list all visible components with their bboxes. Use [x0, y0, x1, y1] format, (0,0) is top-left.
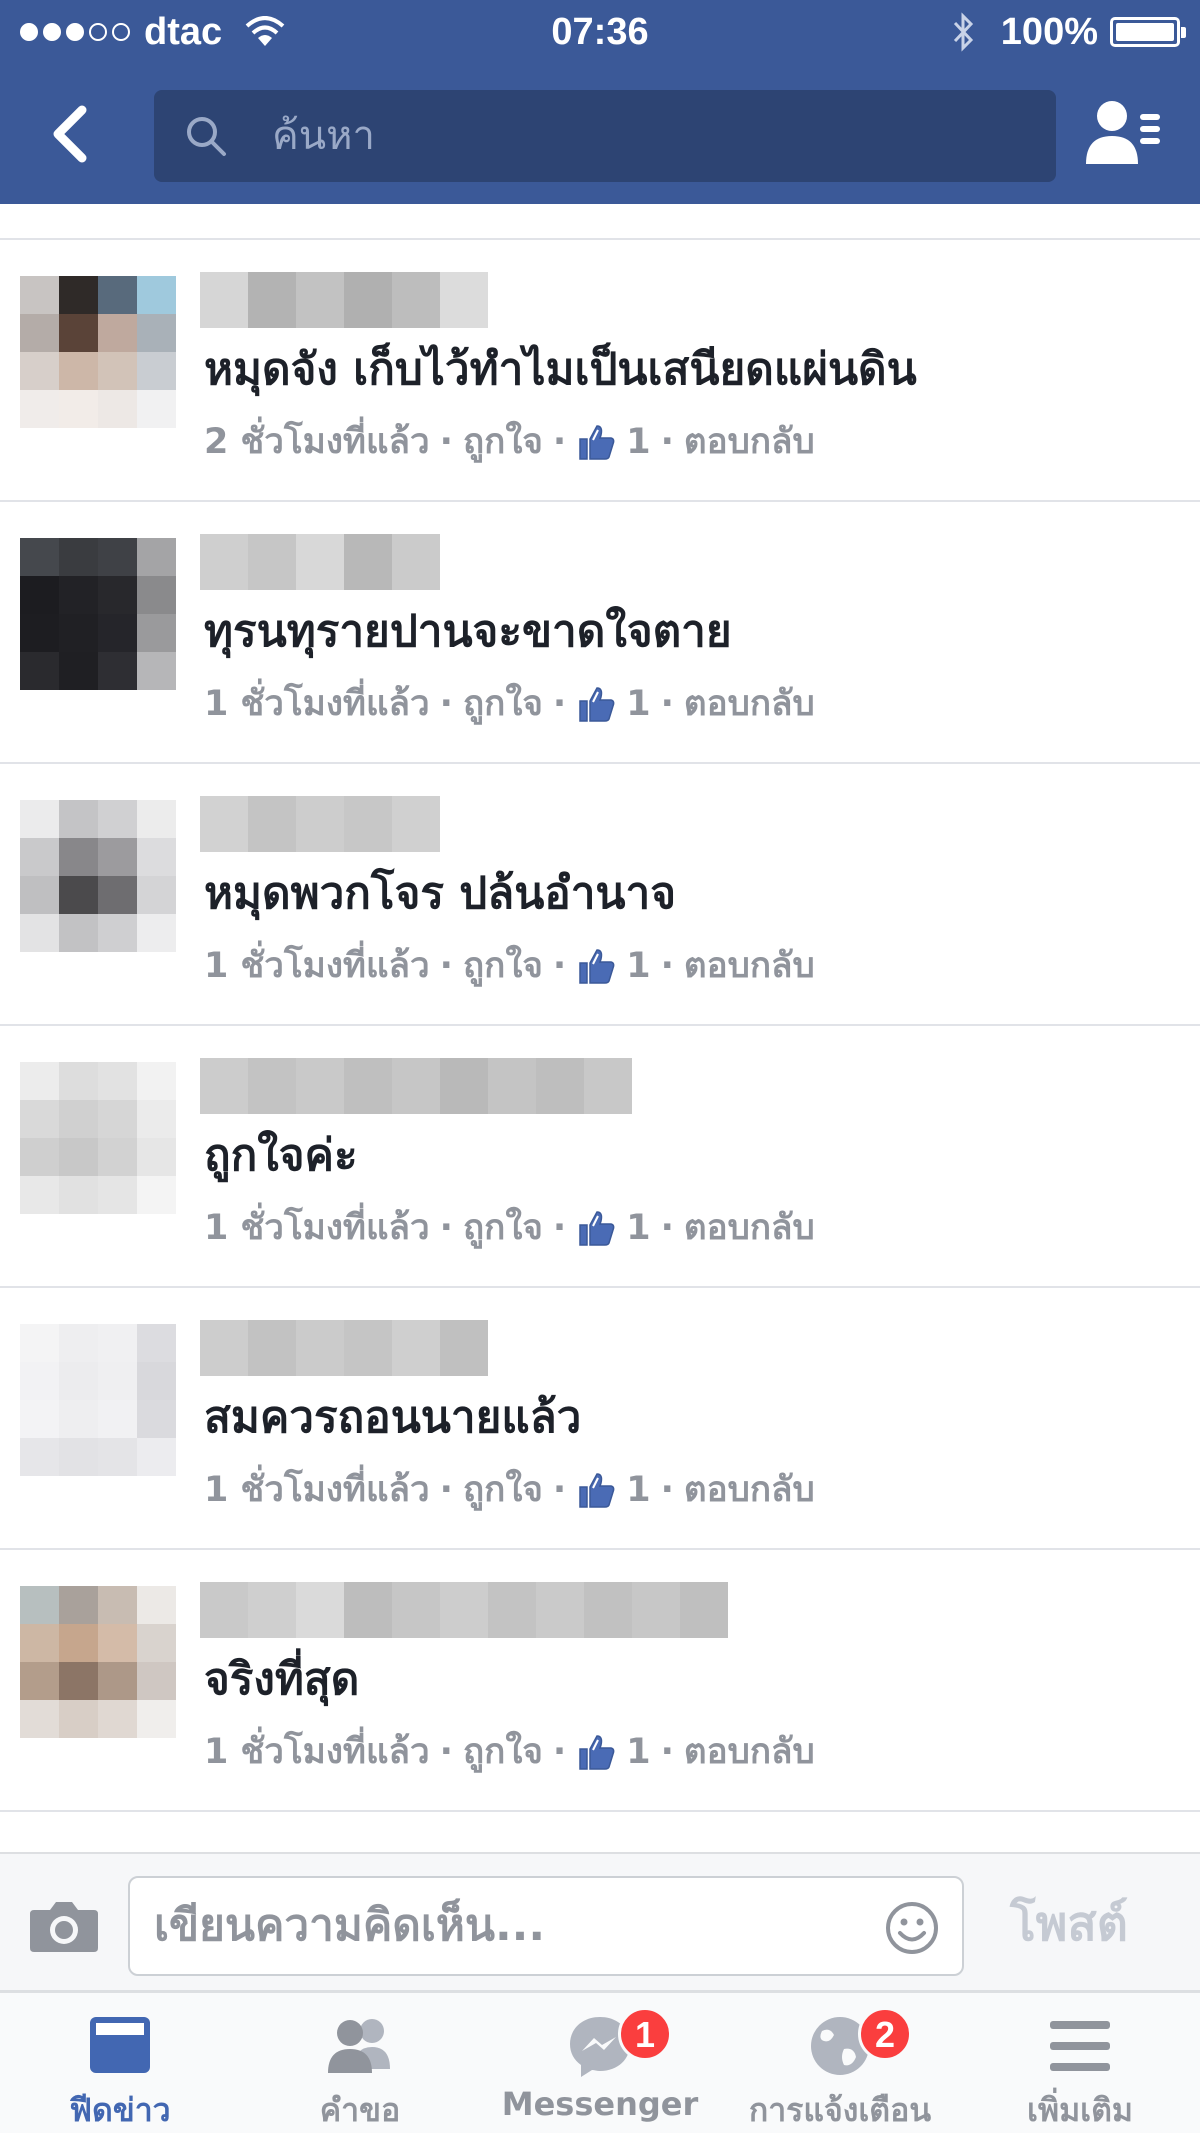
avatar[interactable]: [20, 276, 176, 428]
comment-item: สมควรถอนนายแล้ว 1 ชั่วโมงที่แล้ว · ถูกใจ ·…: [0, 1288, 1200, 1550]
author-name-redacted[interactable]: [200, 534, 440, 590]
author-name-redacted[interactable]: [200, 272, 488, 328]
friends-list-icon[interactable]: [1082, 96, 1162, 168]
like-link[interactable]: ถูกใจ: [463, 680, 543, 728]
tab-label: การแจ้งเตือน: [748, 2091, 932, 2129]
avatar[interactable]: [20, 538, 176, 690]
like-link[interactable]: ถูกใจ: [463, 1466, 543, 1514]
comment-meta: 1 ชั่วโมงที่แล้ว · ถูกใจ · 1 · ตอบกลับ: [204, 1204, 815, 1252]
notifications-badge: 2: [858, 2007, 912, 2061]
comment-meta: 1 ชั่วโมงที่แล้ว · ถูกใจ · 1 · ตอบกลับ: [204, 680, 815, 728]
messenger-badge: 1: [618, 2007, 672, 2061]
like-link[interactable]: ถูกใจ: [463, 418, 543, 466]
tab-label: คำขอ: [319, 2091, 401, 2129]
status-bar: dtac 07:36 100%: [0, 0, 1200, 68]
comment-item: หมุดพวกโจร ปล้นอำนาจ 1 ชั่วโมงที่แล้ว · ถ…: [0, 764, 1200, 1026]
battery-percentage: 100%: [1000, 10, 1098, 53]
comment-composer: เขียนความคิดเห็น... โพสต์: [0, 1852, 1200, 1992]
comment-item: จริงที่สุด 1 ชั่วโมงที่แล้ว · ถูกใจ · 1 · ต…: [0, 1550, 1200, 1812]
comment-meta: 1 ชั่วโมงที่แล้ว · ถูกใจ · 1 · ตอบกลับ: [204, 1466, 815, 1514]
tab-bar: ฟีดข่าว คำขอ 1 Messenger 2 การแจ้งเตือน: [0, 1992, 1200, 2133]
avatar[interactable]: [20, 800, 176, 952]
comment-time: 1 ชั่วโมงที่แล้ว: [204, 1470, 430, 1510]
tab-friend-requests[interactable]: คำขอ: [240, 1993, 480, 2133]
thumbs-up-icon: [579, 425, 615, 460]
search-icon: [187, 117, 226, 156]
reply-link[interactable]: ตอบกลับ: [684, 418, 815, 466]
reply-link[interactable]: ตอบกลับ: [684, 1466, 815, 1514]
comment-time: 2 ชั่วโมงที่แล้ว: [204, 422, 430, 462]
like-link[interactable]: ถูกใจ: [463, 942, 543, 990]
reply-link[interactable]: ตอบกลับ: [684, 1204, 815, 1252]
comment-placeholder: เขียนความคิดเห็น...: [154, 1900, 546, 1951]
reply-link[interactable]: ตอบกลับ: [684, 680, 815, 728]
avatar[interactable]: [20, 1324, 176, 1476]
reply-link[interactable]: ตอบกลับ: [684, 1728, 815, 1776]
battery-icon: [1110, 17, 1186, 47]
like-link[interactable]: ถูกใจ: [463, 1728, 543, 1776]
comment-text: ถูกใจค่ะ: [204, 1130, 358, 1181]
news-feed-icon: [90, 2017, 150, 2073]
author-name-redacted[interactable]: [200, 1582, 728, 1638]
avatar[interactable]: [20, 1062, 176, 1214]
search-placeholder: ค้นหา: [272, 113, 375, 159]
comment-meta: 2 ชั่วโมงที่แล้ว · ถูกใจ · 1 · ตอบกลับ: [204, 418, 815, 466]
tab-label: ฟีดข่าว: [69, 2091, 171, 2129]
comment-item: ถูกใจค่ะ 1 ชั่วโมงที่แล้ว · ถูกใจ · 1 · ตอบ…: [0, 1026, 1200, 1288]
like-count: 1: [626, 422, 651, 462]
camera-icon[interactable]: [28, 1896, 100, 1954]
emoji-icon[interactable]: [884, 1900, 940, 1956]
thumbs-up-icon: [579, 949, 615, 984]
tab-more[interactable]: เพิ่มเติม: [960, 1993, 1200, 2133]
like-count: 1: [626, 1470, 651, 1510]
author-name-redacted[interactable]: [200, 1058, 632, 1114]
like-count: 1: [626, 1732, 651, 1772]
comment-input[interactable]: เขียนความคิดเห็น...: [128, 1876, 964, 1976]
search-input[interactable]: ค้นหา: [154, 90, 1056, 182]
thumbs-up-icon: [579, 687, 615, 722]
comment-item: หมุดจัง เก็บไว้ทำไมเป็นเสนียดแผ่นดิน 2 ช…: [0, 240, 1200, 502]
menu-icon: [1050, 2021, 1110, 2071]
reply-link[interactable]: ตอบกลับ: [684, 942, 815, 990]
comment-text: ทุรนทุรายปานจะขาดใจตาย: [204, 606, 732, 657]
thumbs-up-icon: [579, 1735, 615, 1770]
bluetooth-icon: [953, 12, 973, 52]
like-link[interactable]: ถูกใจ: [463, 1204, 543, 1252]
comment-time: 1 ชั่วโมงที่แล้ว: [204, 1208, 430, 1248]
nav-bar: ค้นหา: [0, 68, 1200, 204]
comment-time: 1 ชั่วโมงที่แล้ว: [204, 1732, 430, 1772]
tab-news-feed[interactable]: ฟีดข่าว: [0, 1993, 240, 2133]
back-chevron-icon[interactable]: [40, 102, 104, 166]
comment-text: สมควรถอนนายแล้ว: [204, 1392, 582, 1443]
comment-time: 1 ชั่วโมงที่แล้ว: [204, 946, 430, 986]
comment-text: หมุดพวกโจร ปล้นอำนาจ: [204, 868, 676, 919]
author-name-redacted[interactable]: [200, 796, 440, 852]
comment-meta: 1 ชั่วโมงที่แล้ว · ถูกใจ · 1 · ตอบกลับ: [204, 1728, 815, 1776]
comment-meta: 1 ชั่วโมงที่แล้ว · ถูกใจ · 1 · ตอบกลับ: [204, 942, 815, 990]
thumbs-up-icon: [579, 1473, 615, 1508]
like-count: 1: [626, 946, 651, 986]
like-count: 1: [626, 1208, 651, 1248]
thumbs-up-icon: [579, 1211, 615, 1246]
comment-text: จริงที่สุด: [204, 1654, 360, 1705]
comment-text: หมุดจัง เก็บไว้ทำไมเป็นเสนียดแผ่นดิน: [204, 344, 917, 395]
tab-label: เพิ่มเติม: [1027, 2091, 1133, 2129]
avatar[interactable]: [20, 1586, 176, 1738]
comment-item: ทุรนทุรายปานจะขาดใจตาย 1 ชั่วโมงที่แล้ว ·…: [0, 502, 1200, 764]
friend-requests-icon: [328, 2019, 390, 2073]
comment-time: 1 ชั่วโมงที่แล้ว: [204, 684, 430, 724]
post-button[interactable]: โพสต์: [1010, 1854, 1128, 1994]
like-count: 1: [626, 684, 651, 724]
tab-label: Messenger: [501, 2085, 699, 2123]
tab-messenger[interactable]: 1 Messenger: [480, 1993, 720, 2133]
comment-list: หมุดจัง เก็บไว้ทำไมเป็นเสนียดแผ่นดิน 2 ช…: [0, 204, 1200, 1812]
tab-notifications[interactable]: 2 การแจ้งเตือน: [720, 1993, 960, 2133]
author-name-redacted[interactable]: [200, 1320, 488, 1376]
